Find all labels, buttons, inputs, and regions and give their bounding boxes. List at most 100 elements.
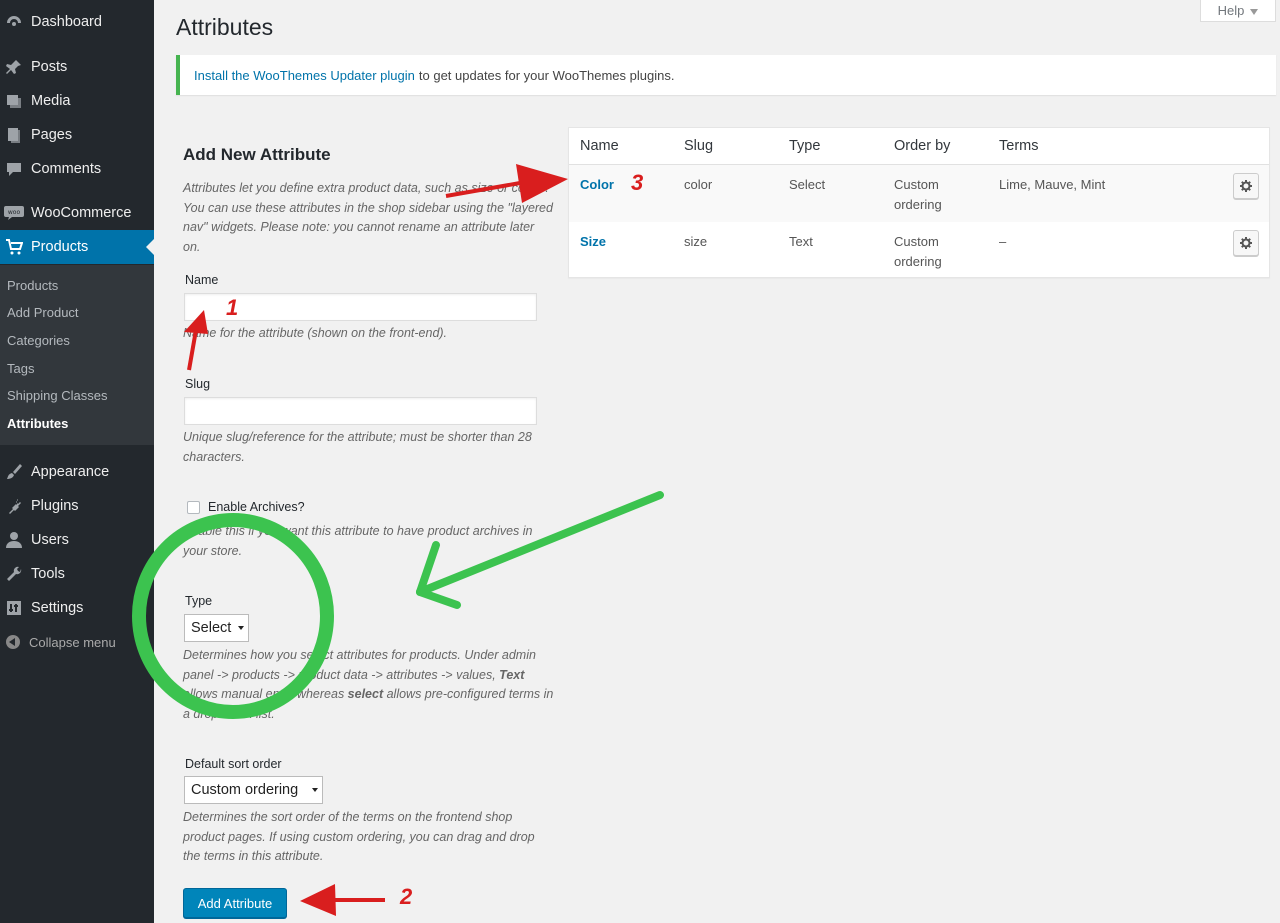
attribute-order-by: Custom ordering <box>894 177 942 212</box>
form-intro: Attributes let you define extra product … <box>183 181 553 254</box>
sort-order-value: Custom ordering <box>191 782 299 798</box>
attribute-type: Text <box>789 234 813 249</box>
type-label: Type <box>185 594 213 608</box>
gear-icon <box>1240 237 1252 249</box>
submenu-item-tags[interactable]: Tags <box>7 361 34 376</box>
install-updater-link[interactable]: Install the WooThemes Updater plugin <box>194 68 415 83</box>
form-heading: Add New Attribute <box>183 145 331 164</box>
svg-text:woo: woo <box>8 209 21 216</box>
sidebar-item-media[interactable]: Media <box>0 84 154 118</box>
sidebar-item-products[interactable]: Products <box>0 230 154 264</box>
sidebar-item-label: Products <box>31 239 89 255</box>
chevron-down-icon <box>238 626 244 630</box>
chevron-down-icon <box>312 788 318 792</box>
submenu-item-add-product[interactable]: Add Product <box>7 305 79 320</box>
collapse-label: Collapse menu <box>29 634 116 650</box>
column-header-terms[interactable]: Terms <box>999 138 1038 154</box>
comments-icon <box>4 159 24 179</box>
enable-archives-checkbox[interactable] <box>187 501 200 514</box>
wrench-icon <box>4 564 24 584</box>
type-description: Determines how you select attributes for… <box>183 648 554 721</box>
submenu-item-categories[interactable]: Categories <box>7 333 70 348</box>
sidebar-item-woocommerce[interactable]: woo WooCommerce <box>0 196 154 230</box>
slug-description: Unique slug/reference for the attribute;… <box>183 430 532 464</box>
red-arrow-2 <box>300 884 385 916</box>
configure-terms-button[interactable] <box>1233 230 1259 256</box>
media-icon <box>4 91 24 111</box>
sidebar-item-label: Pages <box>31 127 73 143</box>
attribute-terms: Lime, Mauve, Mint <box>999 177 1106 192</box>
sidebar-item-appearance[interactable]: Appearance <box>0 455 154 489</box>
submenu-item-shipping-classes[interactable]: Shipping Classes <box>7 388 107 403</box>
attributes-table: Name Slug Type Order by Terms Color colo… <box>568 127 1270 278</box>
sidebar-item-plugins[interactable]: Plugins <box>0 489 154 523</box>
page-title: Attributes <box>176 14 274 40</box>
sidebar-item-label: Users <box>31 532 69 548</box>
slug-input[interactable] <box>184 397 537 425</box>
woo-icon: woo <box>4 203 24 223</box>
sidebar-item-label: Comments <box>31 161 102 177</box>
sidebar-item-posts[interactable]: Posts <box>0 50 154 84</box>
attribute-name-link[interactable]: Color <box>580 175 614 195</box>
sidebar-item-label: WooCommerce <box>31 205 132 221</box>
sidebar-item-label: Posts <box>31 59 68 75</box>
sidebar-item-label: Dashboard <box>31 14 102 30</box>
sidebar-item-settings[interactable]: Settings <box>0 591 154 625</box>
sidebar-item-comments[interactable]: Comments <box>0 152 154 186</box>
table-row: Color color Select Custom ordering Lime, … <box>569 165 1269 222</box>
attribute-slug: size <box>684 234 708 249</box>
column-header-order-by[interactable]: Order by <box>894 138 950 154</box>
dashboard-icon <box>4 12 24 32</box>
updater-notice: Install the WooThemes Updater plugin to … <box>176 55 1276 95</box>
table-row: Size size Text Custom ordering – <box>569 222 1269 279</box>
caret-down-icon <box>1250 3 1259 18</box>
annotation-number-1: 1 <box>226 295 239 320</box>
archives-description: Enable this if you want this attribute t… <box>183 524 533 558</box>
name-description: Name for the attribute (shown on the fro… <box>183 326 448 340</box>
attribute-terms: – <box>999 234 1007 249</box>
cart-icon <box>4 237 24 257</box>
collapse-icon <box>6 635 20 649</box>
submenu-item-attributes[interactable]: Attributes <box>7 416 68 431</box>
brush-icon <box>4 462 24 482</box>
pin-icon <box>4 57 24 77</box>
column-header-type[interactable]: Type <box>789 138 820 154</box>
sort-order-select[interactable]: Custom ordering <box>184 776 323 804</box>
settings-icon <box>4 598 24 618</box>
attribute-type: Select <box>789 177 826 192</box>
enable-archives-label: Enable Archives? <box>208 500 305 514</box>
table-header: Name Slug Type Order by Terms <box>569 128 1269 165</box>
user-icon <box>4 530 24 550</box>
attribute-slug: color <box>684 177 713 192</box>
notice-text: to get updates for your WooThemes plugin… <box>418 67 675 83</box>
sidebar-item-label: Plugins <box>31 498 79 514</box>
admin-sidebar: Dashboard Posts Media Pages Comments woo… <box>0 0 154 923</box>
name-label: Name <box>185 273 219 287</box>
collapse-menu-button[interactable]: Collapse menu <box>0 630 154 654</box>
plugin-icon <box>4 496 24 516</box>
attribute-order-by: Custom ordering <box>894 234 942 269</box>
sidebar-item-pages[interactable]: Pages <box>0 118 154 152</box>
sidebar-item-tools[interactable]: Tools <box>0 557 154 591</box>
column-header-name[interactable]: Name <box>580 138 619 154</box>
type-select[interactable]: Select <box>184 614 249 642</box>
annotation-number-2: 2 <box>400 884 413 909</box>
attribute-name-link[interactable]: Size <box>580 232 606 252</box>
sidebar-item-label: Tools <box>31 566 65 582</box>
sidebar-item-users[interactable]: Users <box>0 523 154 557</box>
sidebar-item-dashboard[interactable]: Dashboard <box>0 5 154 39</box>
slug-label: Slug <box>185 377 211 391</box>
sort-order-label: Default sort order <box>185 757 282 771</box>
gear-icon <box>1240 180 1252 192</box>
sidebar-item-label: Appearance <box>31 464 110 480</box>
sort-order-description: Determines the sort order of the terms o… <box>183 810 535 863</box>
sidebar-item-label: Settings <box>31 600 84 616</box>
products-submenu: Products Add Product Categories Tags Shi… <box>0 265 154 445</box>
pages-icon <box>4 125 24 145</box>
add-attribute-button[interactable]: Add Attribute <box>183 888 287 918</box>
configure-terms-button[interactable] <box>1233 173 1259 199</box>
column-header-slug[interactable]: Slug <box>684 138 713 154</box>
submenu-item-products[interactable]: Products <box>7 278 58 293</box>
help-tab-button[interactable]: Help <box>1200 0 1276 22</box>
annotation-number-3: 3 <box>631 170 644 195</box>
